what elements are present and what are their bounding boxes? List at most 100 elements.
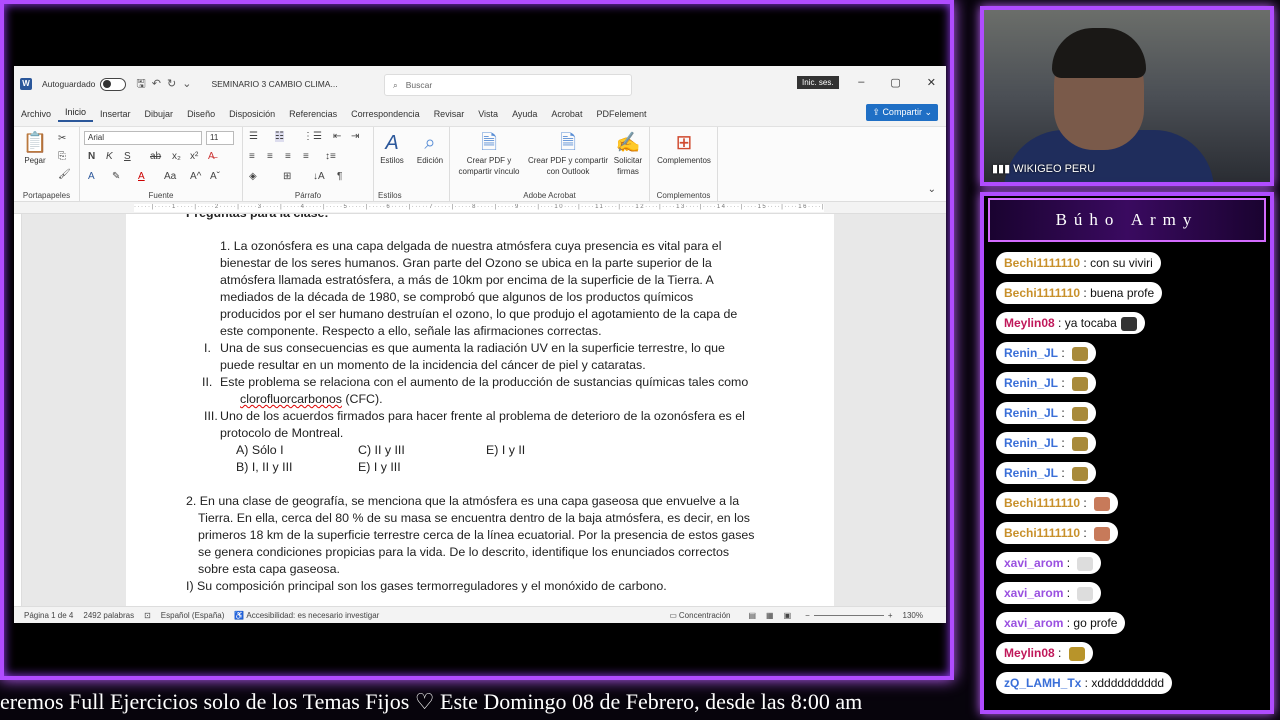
zoom-level[interactable]: 130% [903,611,923,620]
search-box[interactable]: ⌕ Buscar [384,74,632,96]
align-right-icon[interactable]: ≡ [285,151,291,162]
menu-tab-correspondencia[interactable]: Correspondencia [344,109,427,119]
zoom-out-icon[interactable]: − [805,611,810,620]
bold-icon[interactable]: N [88,151,95,162]
format-painter-icon[interactable]: 🖌 [58,169,71,180]
chat-separator: : [1080,496,1091,510]
menu-tab-dibujar[interactable]: Dibujar [138,109,181,119]
ribbon-collapse-icon[interactable]: ⌄ [928,184,936,195]
menu-tab-pdfelement[interactable]: PDFelement [589,109,653,119]
chat-username[interactable]: Renin_JL [1004,436,1058,450]
chat-username[interactable]: xavi_arom [1004,556,1063,570]
shrink-font-icon[interactable]: Aˇ [210,171,220,182]
zoom-slider[interactable] [813,614,884,616]
paragraph-group: ☰ ☷ ⋮☰ ⇤ ⇥ ≡ ≡ ≡ ≡ ↕≡ ◈ ⊞ ↓A ¶ Párrafo [243,127,374,203]
chat-username[interactable]: Bechi1111110 [1004,496,1080,510]
read-mode-icon[interactable]: ▤ [748,611,756,620]
word-count[interactable]: 2492 palabras [83,611,134,620]
document-title[interactable]: SEMINARIO 3 CAMBIO CLIMA... [211,79,337,89]
language[interactable]: Español (España) [161,611,225,620]
chat-username[interactable]: zQ_LAMH_Tx [1004,676,1081,690]
paste-button[interactable]: 📋 Pegar [20,131,50,166]
close-icon[interactable]: ✕ [927,76,936,89]
text-effects-icon[interactable]: A [88,171,95,182]
menu-tab-vista[interactable]: Vista [471,109,505,119]
chat-username[interactable]: Renin_JL [1004,466,1058,480]
copy-icon[interactable]: ⎘ [58,151,66,162]
highlight-icon[interactable]: ✎ [112,171,120,182]
numbering-icon[interactable]: ☷ [275,131,284,142]
create-pdf-outlook[interactable]: 🗎 Crear PDF y compartir con Outlook [526,131,610,177]
menu-tab-insertar[interactable]: Insertar [93,109,138,119]
print-layout-icon[interactable]: ▦ [766,611,774,620]
font-size-select[interactable]: 11 [206,131,234,145]
document-area[interactable]: Preguntas para la clase: 1. La ozonósfer… [14,214,946,606]
create-pdf-share-link[interactable]: 🗎 Crear PDF y compartir vínculo [454,131,524,177]
minimize-icon[interactable]: – [858,76,864,89]
align-center-icon[interactable]: ≡ [267,151,273,162]
chat-username[interactable]: xavi_arom [1004,616,1063,630]
addins-button[interactable]: ⊞ Complementos [652,131,716,166]
maximize-icon[interactable]: ▢ [890,76,900,89]
font-color-icon[interactable]: A [138,171,145,182]
menu-tab-inicio[interactable]: Inicio [58,107,94,122]
line-spacing-icon[interactable]: ↕≡ [325,151,336,162]
underline-icon[interactable]: S [124,151,131,162]
change-case-icon[interactable]: Aa [164,171,176,182]
increase-indent-icon[interactable]: ⇥ [351,131,359,142]
multilevel-list-icon[interactable]: ⋮☰ [303,131,322,142]
chat-username[interactable]: Meylin08 [1004,646,1055,660]
magnifier-icon: ⌕ [424,132,436,154]
chat-message: Bechi1111110 : buena profe [996,282,1163,304]
borders-icon[interactable]: ⊞ [283,171,291,182]
shading-icon[interactable]: ◈ [249,171,257,182]
show-marks-icon[interactable]: ¶ [337,171,342,182]
quick-access-icons[interactable]: 🖫↶↻⌄ [136,75,197,94]
document-page[interactable]: Preguntas para la clase: 1. La ozonósfer… [126,214,834,606]
request-signatures[interactable]: ✍ Solicitar firmas [610,131,646,177]
proofing-icon[interactable]: ⊡ [144,611,151,620]
share-button[interactable]: ⇪ Compartir ⌄ [866,104,938,121]
page-count[interactable]: Página 1 de 4 [24,611,73,620]
chat-username[interactable]: Meylin08 [1004,316,1055,330]
subscript-icon[interactable]: x₂ [172,151,181,162]
chat-username[interactable]: Renin_JL [1004,376,1058,390]
edit-button[interactable]: ⌕ Edición [412,131,448,166]
autosave-toggle[interactable] [100,77,127,91]
bullets-icon[interactable]: ☰ [249,131,258,142]
web-layout-icon[interactable]: ▣ [784,611,792,620]
menu-tab-disposición[interactable]: Disposición [222,109,282,119]
menu-tab-acrobat[interactable]: Acrobat [544,109,589,119]
font-name-select[interactable]: Arial [84,131,202,145]
italic-icon[interactable]: K [106,151,113,162]
chat-username[interactable]: Renin_JL [1004,346,1058,360]
superscript-icon[interactable]: x² [190,151,198,162]
menu-tab-referencias[interactable]: Referencias [282,109,344,119]
justify-icon[interactable]: ≡ [303,151,309,162]
grow-font-icon[interactable]: A^ [190,171,201,182]
accessibility-icon[interactable]: ♿ [234,611,244,620]
sort-icon[interactable]: ↓A [313,171,325,182]
menu-tab-revisar[interactable]: Revisar [427,109,472,119]
menu-tab-ayuda[interactable]: Ayuda [505,109,544,119]
chat-username[interactable]: Bechi1111110 [1004,256,1080,270]
align-left-icon[interactable]: ≡ [249,151,255,162]
clear-format-icon[interactable]: A̶ [208,151,215,162]
focus-mode[interactable]: Concentración [679,611,731,620]
accessibility-status[interactable]: Accesibilidad: es necesario investigar [246,611,379,620]
chat-message: xavi_arom : [996,552,1102,574]
chat-username[interactable]: Renin_JL [1004,406,1058,420]
menu-tab-archivo[interactable]: Archivo [14,109,58,119]
decrease-indent-icon[interactable]: ⇤ [333,131,341,142]
chat-username[interactable]: Bechi1111110 [1004,286,1080,300]
styles-button[interactable]: A Estilos [376,131,408,166]
strikethrough-icon[interactable]: ab [150,151,161,162]
cut-icon[interactable]: ✂ [58,133,66,144]
menu-tab-diseño[interactable]: Diseño [180,109,222,119]
focus-icon[interactable]: ▭ [669,611,677,620]
zoom-in-icon[interactable]: + [888,611,893,620]
chat-username[interactable]: xavi_arom [1004,586,1063,600]
misspelled-word[interactable]: clorofluorcarbonos [240,392,342,406]
signin-button[interactable]: Inic. ses. [797,76,839,89]
chat-username[interactable]: Bechi1111110 [1004,526,1080,540]
